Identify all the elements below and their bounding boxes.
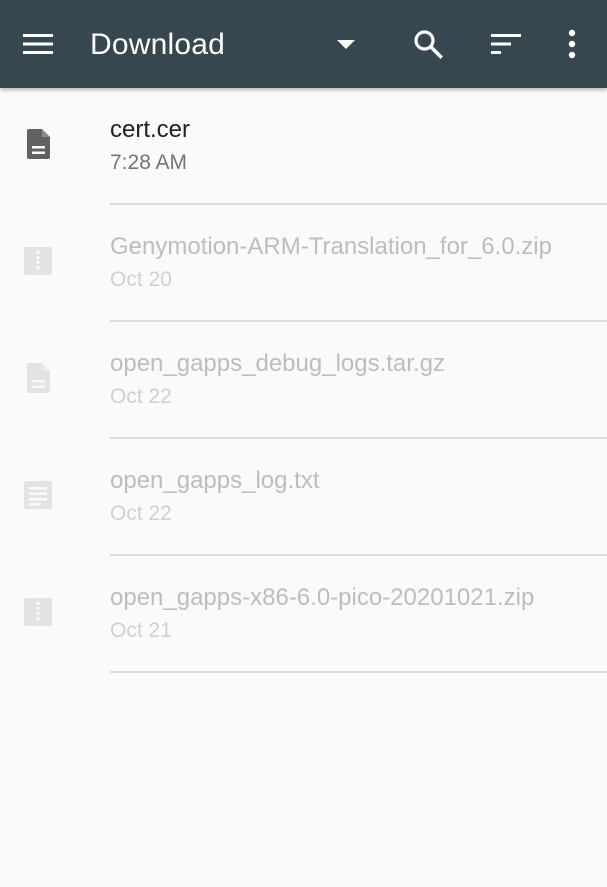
file-date: 7:28 AM <box>110 151 188 174</box>
dropdown-arrow-icon <box>337 40 355 49</box>
sort-icon <box>491 34 521 54</box>
menu-button[interactable] <box>14 20 62 68</box>
document-icon <box>20 360 56 396</box>
zip-icon <box>20 594 56 630</box>
toolbar-title[interactable]: Download <box>90 0 225 88</box>
toolbar: Download <box>0 0 607 88</box>
search-icon <box>414 30 444 60</box>
file-date: Oct 20 <box>110 268 172 291</box>
text-file-icon <box>20 477 56 513</box>
file-list: cert.cer 7:28 AM Genymotion-ARM-Translat… <box>0 88 607 673</box>
file-row-debug-logs[interactable]: open_gapps_debug_logs.tar.gz Oct 22 <box>0 322 607 439</box>
file-date: Oct 22 <box>110 385 172 408</box>
file-row-cert[interactable]: cert.cer 7:28 AM <box>0 88 607 205</box>
file-date: Oct 22 <box>110 502 172 525</box>
menu-icon <box>23 34 53 54</box>
file-name: Genymotion-ARM-Translation_for_6.0.zip <box>110 233 552 260</box>
document-icon <box>20 126 56 162</box>
more-vert-icon <box>568 29 576 59</box>
file-row-genymotion-zip[interactable]: Genymotion-ARM-Translation_for_6.0.zip O… <box>0 205 607 322</box>
file-name: open_gapps_log.txt <box>110 467 320 494</box>
file-name: open_gapps_debug_logs.tar.gz <box>110 350 445 377</box>
divider <box>110 671 607 673</box>
file-name: open_gapps-x86-6.0-pico-20201021.zip <box>110 584 535 611</box>
file-name: cert.cer <box>110 116 191 143</box>
zip-icon <box>20 243 56 279</box>
file-date: Oct 21 <box>110 619 172 642</box>
file-row-log-txt[interactable]: open_gapps_log.txt Oct 22 <box>0 439 607 556</box>
sort-button[interactable] <box>482 20 530 68</box>
search-button[interactable] <box>404 20 452 68</box>
overflow-menu-button[interactable] <box>548 20 596 68</box>
directory-dropdown-button[interactable] <box>322 20 370 68</box>
file-row-pico-zip[interactable]: open_gapps-x86-6.0-pico-20201021.zip Oct… <box>0 556 607 673</box>
